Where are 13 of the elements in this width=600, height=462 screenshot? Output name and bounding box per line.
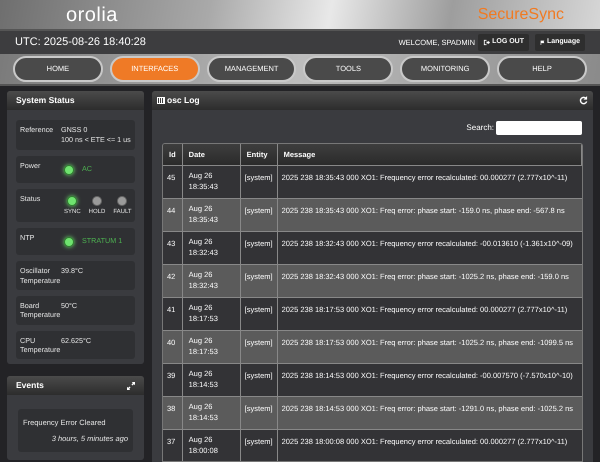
logo: orolia [66, 2, 118, 28]
expand-icon[interactable] [127, 382, 135, 390]
panel-title: Events [16, 379, 44, 392]
product-name: SecureSync [478, 4, 564, 24]
logout-icon [483, 39, 490, 46]
search-label: Search: [466, 122, 494, 134]
utc-clock: UTC: 2025-08-26 18:40:28 [15, 35, 147, 50]
refresh-icon[interactable] [579, 96, 588, 105]
search-field[interactable] [496, 121, 582, 135]
panel-title: osc Log [167, 94, 200, 107]
flag-icon [540, 39, 545, 46]
panel-title: System Status [16, 94, 75, 107]
table-icon [157, 97, 165, 104]
